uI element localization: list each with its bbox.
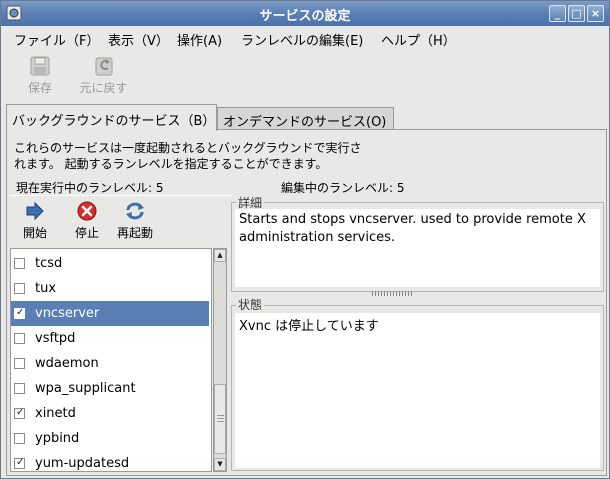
service-name: tux	[35, 281, 57, 296]
separator	[10, 195, 232, 196]
service-checkbox[interactable]	[14, 433, 25, 444]
service-name: vsftpd	[35, 331, 76, 346]
detail-text: Starts and stops vncserver. used to prov…	[239, 212, 586, 245]
status-box: Xvnc は停止しています	[235, 313, 600, 468]
status-text: Xvnc は停止しています	[239, 319, 379, 334]
stop-icon	[77, 201, 97, 221]
service-list[interactable]: tcsd tux ✓ vncserver vsftpd wdaemon wpa_suppli…	[10, 248, 212, 472]
service-name: tcsd	[35, 256, 63, 271]
save-icon	[30, 56, 50, 76]
minimize-button[interactable]: _	[549, 5, 566, 22]
status-label: 状態	[236, 296, 265, 313]
title-bar[interactable]: サービスの設定 _ □ ×	[1, 1, 609, 26]
service-row[interactable]: tux	[11, 276, 209, 301]
service-name: vncserver	[35, 306, 100, 321]
stop-label: 停止	[74, 226, 99, 240]
restart-label: 再起動	[116, 226, 153, 240]
service-checkbox[interactable]	[14, 283, 25, 294]
service-checkbox[interactable]: ✓	[14, 307, 25, 319]
scroll-thumb[interactable]	[214, 384, 226, 454]
grip-line	[217, 421, 224, 422]
current-runlevel: 現在実行中のランレベル: 5	[16, 181, 164, 195]
service-checkbox[interactable]: ✓	[14, 407, 25, 419]
menu-help[interactable]: ヘルプ（H）	[381, 30, 456, 49]
service-config-window: サービスの設定 _ □ × ファイル（F） 表示（V） 操作(A) ランレベルの…	[0, 0, 610, 479]
description-line-2: れます。 起動するランレベルを指定することができます。	[14, 157, 328, 171]
window-title: サービスの設定	[259, 9, 351, 24]
tab-background-services[interactable]: バックグラウンドのサービス（B）	[6, 104, 217, 131]
save-label: 保存	[27, 81, 52, 95]
background-services-panel: これらのサービスは一度起動されるとバックグラウンドで実行さ れます。 起動するラ…	[6, 129, 607, 476]
start-arrow-icon	[26, 201, 44, 221]
service-name: xinetd	[35, 406, 76, 421]
grip-line	[217, 415, 224, 416]
service-name: ypbind	[35, 431, 80, 446]
service-checkbox[interactable]: ✓	[14, 457, 25, 469]
close-button[interactable]: ×	[587, 5, 604, 22]
service-row[interactable]: ✓ yum-updatesd	[11, 451, 209, 471]
service-row[interactable]: tcsd	[11, 251, 209, 276]
service-row[interactable]: ypbind	[11, 426, 209, 451]
check-mark-icon: ✓	[16, 407, 25, 418]
service-actions: 開始 停止 再起動	[7, 199, 237, 245]
service-checkbox[interactable]	[14, 258, 25, 269]
toolbar: 保存 元に戻す	[1, 50, 609, 102]
menu-file[interactable]: ファイル（F）	[14, 30, 99, 49]
menu-action[interactable]: 操作(A)	[177, 30, 222, 49]
service-name: wpa_supplicant	[35, 381, 136, 396]
service-row[interactable]: ✓ xinetd	[11, 401, 209, 426]
service-name: yum-updatesd	[35, 456, 130, 471]
menu-edit-runlevel[interactable]: ランレベルの編集(E)	[241, 30, 363, 49]
service-row[interactable]: wpa_supplicant	[11, 376, 209, 401]
restart-button[interactable]: 再起動	[113, 201, 157, 241]
menu-bar: ファイル（F） 表示（V） 操作(A) ランレベルの編集(E) ヘルプ（H）	[1, 26, 609, 50]
revert-button[interactable]: 元に戻す	[76, 55, 131, 96]
check-mark-icon: ✓	[16, 307, 25, 318]
pane-splitter-handle[interactable]	[372, 291, 414, 296]
menu-view[interactable]: 表示（V）	[108, 30, 169, 49]
grip-line	[217, 418, 224, 419]
service-checkbox[interactable]	[14, 333, 25, 344]
save-button[interactable]: 保存	[25, 55, 55, 96]
revert-label: 元に戻す	[79, 81, 128, 95]
scroll-down-arrow-icon[interactable]: ▼	[214, 458, 226, 471]
tab-ondemand-services[interactable]: オンデマンドのサービス(O)	[217, 107, 394, 130]
maximize-button[interactable]: □	[568, 5, 585, 22]
detail-box: Starts and stops vncserver. used to prov…	[235, 209, 600, 287]
stop-button[interactable]: 停止	[69, 201, 105, 241]
service-row[interactable]: wdaemon	[11, 351, 209, 376]
revert-icon	[95, 57, 112, 76]
service-row[interactable]: ✓ vncserver	[11, 301, 209, 326]
editing-runlevel: 編集中のランレベル: 5	[281, 181, 405, 195]
check-mark-icon: ✓	[16, 457, 25, 468]
service-list-scrollbar[interactable]: ▲ ▼	[213, 248, 227, 472]
start-button[interactable]: 開始	[17, 201, 53, 241]
description-text: これらのサービスは一度起動されるとバックグラウンドで実行さ れます。 起動するラ…	[14, 140, 414, 172]
scroll-up-arrow-icon[interactable]: ▲	[214, 249, 226, 262]
service-name: wdaemon	[35, 356, 99, 371]
start-label: 開始	[22, 226, 47, 240]
description-line-1: これらのサービスは一度起動されるとバックグラウンドで実行さ	[14, 141, 362, 155]
restart-icon	[126, 202, 144, 220]
service-row[interactable]: vsftpd	[11, 326, 209, 351]
service-checkbox[interactable]	[14, 358, 25, 369]
service-checkbox[interactable]	[14, 383, 25, 394]
